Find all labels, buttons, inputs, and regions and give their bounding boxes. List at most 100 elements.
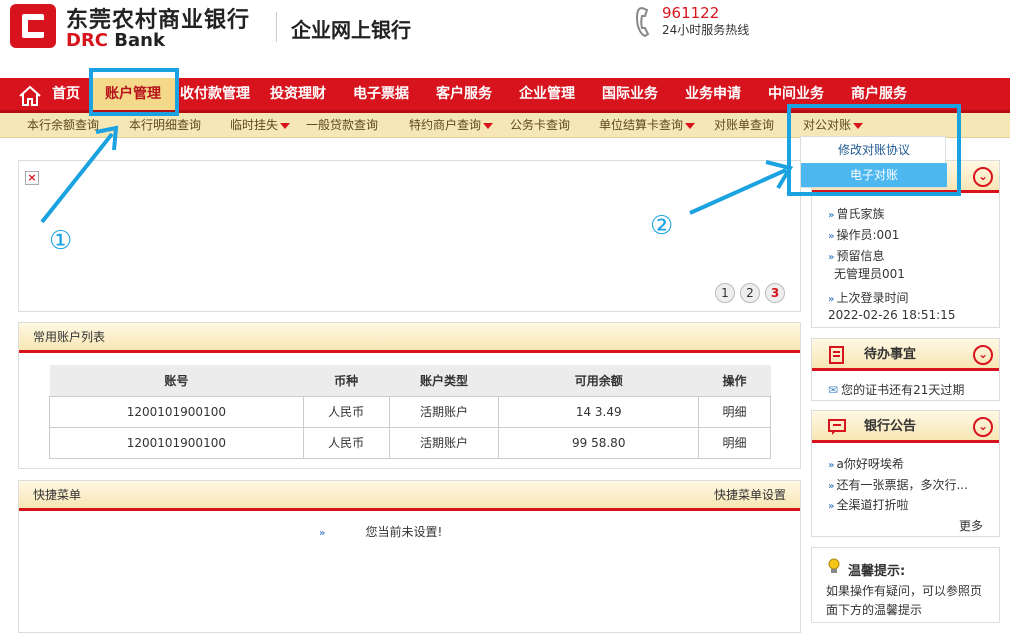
accounts-panel-title: 常用账户列表: [19, 323, 800, 353]
subnav-loan-query[interactable]: 一般贷款查询: [306, 113, 378, 138]
col-currency: 币种: [303, 365, 390, 397]
phone-icon: [636, 6, 650, 38]
notice-panel: 银行公告 ⌄ » a你好呀埃希 » 还有一张票据，多次行... » 全渠道打折啦 更多: [811, 410, 1000, 537]
portal-title: 企业网上银行: [291, 18, 411, 42]
nav-international[interactable]: 国际业务: [602, 78, 658, 110]
last-login-label: » 上次登录时间: [828, 289, 908, 306]
detail-link[interactable]: 明细: [698, 395, 771, 428]
todo-panel: 待办事宜 ⌄ ✉ 您的证书还有21天过期: [811, 338, 1000, 401]
balance: 99 58.80: [498, 426, 700, 459]
table-row: 1200101900100 人民币 活期账户 99 58.80 明细: [49, 426, 771, 459]
currency: 人民币: [302, 395, 390, 428]
nav-enterprise-management[interactable]: 企业管理: [519, 78, 575, 110]
collapse-icon[interactable]: ⌄: [973, 417, 993, 437]
page: 东莞农村商业银行 DRC Bank 企业网上银行 961122 24小时服务热线…: [0, 0, 1010, 635]
todo-title: 待办事宜: [864, 347, 917, 362]
subnav-settlement-card-label: 单位结算卡查询: [599, 118, 684, 132]
subnav-temp-loss-label: 临时挂失: [230, 118, 279, 132]
notice-item-text: 全渠道打折啦: [836, 498, 909, 512]
subnav-settlement-card-query[interactable]: 单位结算卡查询: [599, 113, 696, 138]
account-type: 活期账户: [388, 426, 500, 459]
last-login-value: 2022-02-26 18:51:15: [828, 308, 956, 322]
collapse-icon[interactable]: ⌄: [973, 167, 993, 187]
nav-customer-service[interactable]: 客户服务: [436, 78, 492, 110]
subnav-detail-query[interactable]: 本行明细查询: [129, 113, 201, 138]
nav-e-bills[interactable]: 电子票据: [353, 78, 409, 110]
mail-icon: ✉: [828, 383, 839, 397]
home-icon[interactable]: [18, 85, 42, 107]
accounts-panel: 常用账户列表 账号 币种 账户类型 可用余额 操作 1200101900100 …: [18, 322, 801, 469]
quick-menu-header: 快捷菜单 快捷菜单设置: [19, 481, 800, 511]
todo-header: 待办事宜 ⌄: [812, 339, 999, 371]
todo-item-text: 您的证书还有21天过期: [841, 383, 965, 397]
annotation-box-1: [89, 68, 179, 116]
detail-link[interactable]: 明细: [698, 426, 771, 459]
dropdown-arrow-icon: [280, 122, 291, 129]
bank-name-en-prefix: DRC: [66, 30, 109, 51]
nav-business-application[interactable]: 业务申请: [685, 78, 741, 110]
subnav-merchant-query[interactable]: 特约商户查询: [409, 113, 494, 138]
account-number: 1200101900100: [49, 426, 304, 459]
balance: 14 3.49: [498, 395, 700, 428]
tips-panel: 温馨提示: 如果操作有疑问，可以参照页面下方的温馨提示: [811, 547, 1000, 623]
col-account-type: 账户类型: [389, 365, 499, 397]
annotation-step-1: ①: [49, 226, 73, 256]
dropdown-arrow-icon: [483, 122, 494, 129]
lightbulb-icon: [828, 558, 840, 573]
chevron-right-icon: »: [828, 231, 835, 242]
notice-item[interactable]: » 还有一张票据，多次行...: [828, 476, 968, 493]
quick-menu-empty: » 您当前未设置!: [319, 523, 442, 540]
account-type: 活期账户: [388, 395, 500, 428]
subnav-statement-query[interactable]: 对账单查询: [714, 113, 774, 138]
todo-icon: [829, 346, 844, 364]
quick-menu-settings-link[interactable]: 快捷菜单设置: [714, 481, 786, 509]
reserved-info-value: 无管理员001: [834, 267, 905, 281]
col-account: 账号: [49, 365, 304, 397]
reserved-info-label: » 预留信息: [828, 247, 884, 264]
quick-menu-title: 快捷菜单: [33, 488, 82, 502]
notice-item-text: 还有一张票据，多次行...: [836, 478, 968, 492]
chevron-right-icon: »: [828, 481, 835, 492]
dropdown-arrow-icon: [685, 122, 696, 129]
banner-page-2[interactable]: 2: [740, 283, 760, 303]
tips-title: 温馨提示:: [848, 564, 906, 579]
user-name: » 曾氏家族: [828, 205, 884, 222]
notice-title: 银行公告: [864, 419, 917, 434]
col-action: 操作: [698, 365, 771, 397]
accounts-table: 账号 币种 账户类型 可用余额 操作 1200101900100 人民币 活期账…: [49, 365, 771, 459]
subnav-temp-loss[interactable]: 临时挂失: [230, 113, 291, 138]
account-number: 1200101900100: [49, 395, 304, 428]
chevron-right-icon: »: [319, 528, 326, 539]
chevron-right-icon: »: [828, 460, 835, 471]
subnav-balance-query[interactable]: 本行余额查询: [27, 113, 99, 138]
notice-item[interactable]: » a你好呀埃希: [828, 455, 904, 472]
operator-id: » 操作员:001: [828, 226, 899, 243]
col-balance: 可用余额: [498, 365, 699, 397]
operator-id-text: 操作员:001: [836, 228, 900, 242]
banner-page-1[interactable]: 1: [715, 283, 735, 303]
notice-item[interactable]: » 全渠道打折啦: [828, 496, 908, 513]
hotline-number: 961122: [662, 4, 720, 22]
nav-investment[interactable]: 投资理财: [270, 78, 326, 110]
notice-more-link[interactable]: 更多: [959, 517, 983, 534]
chevron-right-icon: »: [828, 294, 835, 305]
currency: 人民币: [302, 426, 390, 459]
banner-page-3[interactable]: 3: [765, 283, 785, 303]
chevron-right-icon: »: [828, 252, 835, 263]
collapse-icon[interactable]: ⌄: [973, 345, 993, 365]
nav-home[interactable]: 首页: [52, 78, 80, 110]
quick-menu-panel: 快捷菜单 快捷菜单设置 » 您当前未设置!: [18, 480, 801, 633]
todo-item[interactable]: ✉ 您的证书还有21天过期: [828, 381, 964, 398]
tips-body: 如果操作有疑问，可以参照页面下方的温馨提示: [826, 584, 983, 617]
user-name-text: 曾氏家族: [836, 207, 885, 221]
chevron-right-icon: »: [828, 501, 835, 512]
annotation-step-2: ②: [650, 211, 674, 241]
quick-menu-empty-text: 您当前未设置!: [365, 525, 443, 539]
notice-item-text: a你好呀埃希: [836, 457, 904, 471]
hotline-label: 24小时服务热线: [662, 23, 750, 37]
subnav-official-card-query[interactable]: 公务卡查询: [510, 113, 570, 138]
nav-payment-management[interactable]: 收付款管理: [180, 78, 250, 110]
broken-image-icon: ×: [25, 171, 39, 185]
last-login-label-text: 上次登录时间: [836, 291, 909, 305]
table-header-row: 账号 币种 账户类型 可用余额 操作: [49, 365, 771, 397]
